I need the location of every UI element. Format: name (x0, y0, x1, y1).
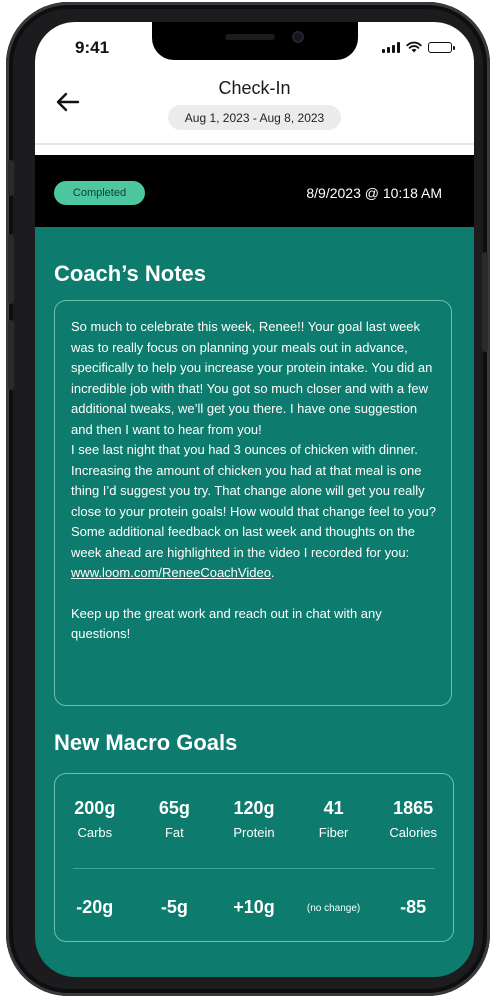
notes-text: Some additional feedback on last week an… (71, 524, 416, 560)
header-divider (35, 143, 474, 145)
status-icons (382, 41, 455, 53)
status-time: 9:41 (75, 38, 110, 57)
speaker (225, 34, 275, 40)
macro-change-cell: -85 (373, 897, 453, 918)
macro-change: +10g (233, 896, 275, 917)
volume-up-button (8, 234, 14, 304)
coach-notes-title: Coach’s Notes (54, 261, 207, 286)
macro-protein: 120g Protein (214, 798, 294, 840)
notes-text: . (270, 565, 275, 580)
macro-calories: 1865 Calories (373, 798, 453, 840)
wifi-icon (406, 41, 422, 53)
notch (152, 22, 358, 60)
volume-down-button (8, 320, 14, 390)
notes-paragraph: So much to celebrate this week, Renee!! … (71, 319, 433, 437)
notes-paragraph: I see last night that you had 3 ounces o… (71, 442, 436, 519)
macro-change-cell: +10g (214, 897, 294, 918)
front-camera (292, 31, 304, 43)
macro-change-cell: -20g (55, 897, 135, 918)
macro-label: Fat (164, 825, 184, 840)
macro-label: Protein (233, 825, 275, 840)
status-badge: Completed (54, 181, 145, 205)
power-button (482, 252, 488, 352)
macro-divider (73, 868, 435, 869)
main-content: Coach’s Notes So much to celebrate this … (35, 227, 474, 977)
phone-frame: 9:41 Check-In Aug 1, 2023 - Aug 8, 2023 (6, 2, 490, 996)
macro-change: -20g (76, 896, 114, 917)
macro-values-row: 200g Carbs 65g Fat 120g Protein 41 Fiber (55, 798, 453, 840)
macro-value: 65g (158, 798, 190, 818)
screen: 9:41 Check-In Aug 1, 2023 - Aug 8, 2023 (35, 22, 474, 977)
macro-carbs: 200g Carbs (55, 798, 135, 840)
macro-change-cell: (no change) (294, 898, 374, 916)
date-range-pill: Aug 1, 2023 - Aug 8, 2023 (168, 105, 341, 130)
notes-closing: Keep up the great work and reach out in … (71, 605, 382, 642)
macro-change-cell: -5g (135, 897, 215, 918)
macro-fat: 65g Fat (135, 798, 215, 840)
coach-notes-box: So much to celebrate this week, Renee!! … (54, 300, 452, 706)
macro-change: -85 (400, 896, 427, 917)
silent-switch (8, 160, 14, 196)
battery-icon (428, 41, 455, 53)
macro-goals-box: 200g Carbs 65g Fat 120g Protein 41 Fiber (54, 773, 454, 942)
macro-label: Carbs (77, 825, 113, 840)
checkin-timestamp: 8/9/2023 @ 10:18 AM (306, 185, 442, 201)
macro-label: Calories (389, 825, 438, 840)
macro-value: 41 (323, 798, 344, 818)
page-title: Check-In (218, 78, 291, 98)
macro-change: (no change) (306, 903, 361, 914)
macro-fiber: 41 Fiber (294, 798, 374, 840)
macro-goals-title: New Macro Goals (54, 730, 238, 755)
macro-change: -5g (160, 896, 188, 917)
notes-paragraph: Some additional feedback on last week an… (71, 522, 437, 584)
macro-value: 1865 (393, 798, 434, 818)
macro-value: 120g (233, 798, 275, 818)
video-link[interactable]: www.loom.com/ReneeCoachVideo (71, 565, 271, 580)
macro-label: Fiber (318, 825, 349, 840)
macro-value: 200g (74, 798, 116, 818)
signal-icon (382, 41, 400, 53)
macro-changes-row: -20g -5g +10g (no change) -85 (55, 892, 453, 922)
